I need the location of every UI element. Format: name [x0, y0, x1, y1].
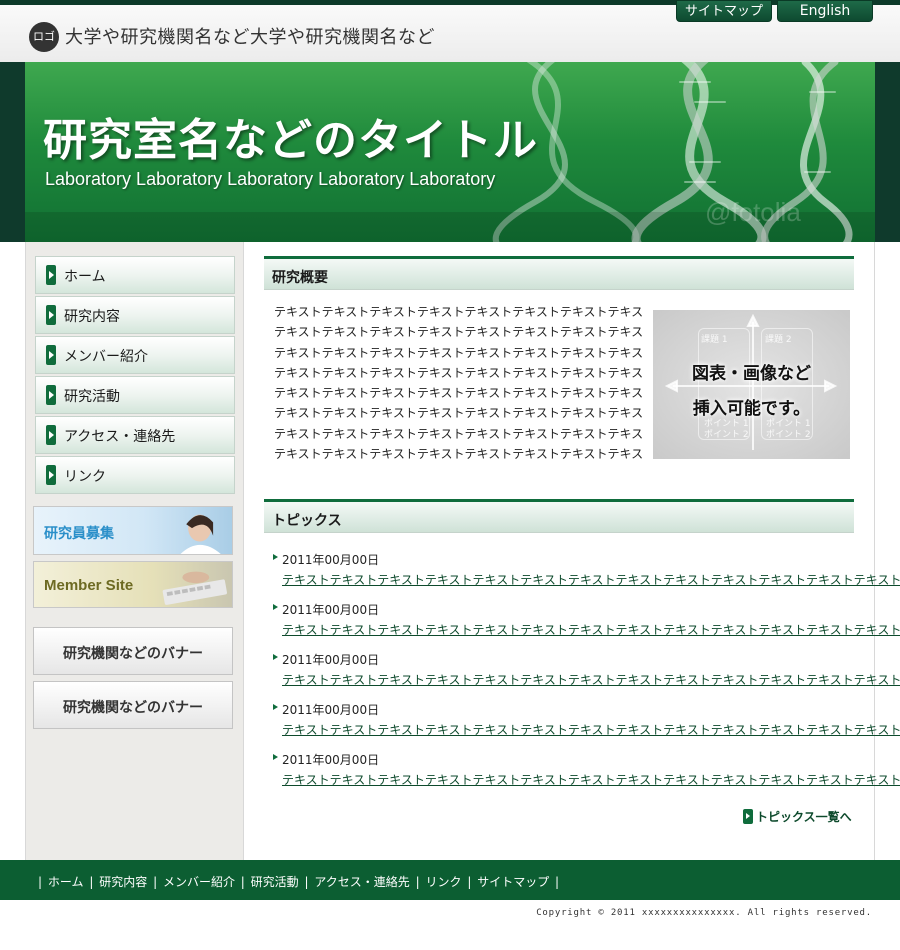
figure-point-2: ポイント 2 — [766, 430, 811, 440]
person-photo-icon — [180, 514, 221, 554]
sidebar-item-label: ホーム — [64, 269, 106, 285]
placeholder-figure: 課題 1 課題 2 ポイント 1 ポイント 2 ポイント 1 ポイント 2 図表… — [653, 310, 850, 459]
hero-banner: 研究室名などのタイトル Laboratory Laboratory Labora… — [25, 62, 875, 242]
institution-banner-label: 研究機関などのバナー — [63, 700, 203, 716]
topics-list-link[interactable]: トピックス一覧へ — [743, 808, 852, 825]
institution-banner-1[interactable]: 研究機関などのバナー — [33, 627, 233, 675]
lab-subtitle: Laboratory Laboratory Laboratory Laborat… — [45, 169, 496, 189]
arrow-right-icon — [46, 345, 56, 365]
footer-separator: | — [240, 875, 245, 889]
topic-item: 2011年00月00日 テキストテキストテキストテキストテキストテキストテキスト… — [272, 751, 900, 788]
sidebar-item-access[interactable]: アクセス・連絡先 — [35, 416, 235, 454]
topics-list-link-label: トピックス一覧へ — [756, 810, 852, 824]
sidebar-item-label: アクセス・連絡先 — [64, 429, 176, 445]
english-button[interactable]: English — [777, 0, 873, 22]
footer-link-activities[interactable]: 研究活動 — [251, 875, 299, 889]
text-line: テキストテキストテキストテキストテキストテキストテキストテキスト — [274, 305, 644, 319]
sitemap-button[interactable]: サイトマップ — [676, 0, 772, 22]
footer-link-research[interactable]: 研究内容 — [99, 875, 147, 889]
figure-point-2: ポイント 2 — [704, 430, 749, 440]
footer-link-access[interactable]: アクセス・連絡先 — [314, 875, 409, 889]
topic-item: 2011年00月00日 テキストテキストテキストテキストテキストテキストテキスト… — [272, 601, 900, 638]
topic-item: 2011年00月00日 テキストテキストテキストテキストテキストテキストテキスト… — [272, 651, 900, 688]
arrow-right-icon — [46, 265, 56, 285]
organization-name: 大学や研究機関名など大学や研究機関名など — [65, 27, 435, 48]
sidebar-item-activities[interactable]: 研究活動 — [35, 376, 235, 414]
text-line: テキストテキストテキストテキストテキストテキストテキストテキスト — [274, 386, 644, 401]
sidebar-item-members[interactable]: メンバー紹介 — [35, 336, 235, 374]
lab-title: 研究室名などのタイトル — [43, 115, 538, 166]
text-line: テキストテキストテキストテキストテキストテキストテキストテキスト — [274, 365, 644, 380]
sidebar-item-label: 研究活動 — [64, 389, 120, 405]
arrow-right-icon — [46, 425, 56, 445]
figure-card-2-title: 課題 2 — [765, 335, 792, 345]
keyboard-photo-icon — [162, 571, 227, 605]
site-logo[interactable]: ロゴ — [29, 22, 59, 52]
diagram-arrows-icon — [664, 313, 838, 450]
topic-date: 2011年00月00日 — [272, 601, 852, 618]
hero-watermark: @fotolia — [705, 197, 801, 227]
recruit-banner-label: 研究員募集 — [44, 526, 114, 542]
copyright-notice: Copyright © 2011 xxxxxxxxxxxxxxx. All ri… — [536, 908, 872, 918]
topic-link[interactable]: テキストテキストテキストテキストテキストテキストテキストテキストテキストテキスト… — [282, 671, 900, 688]
topic-item: 2011年00月00日 テキストテキストテキストテキストテキストテキストテキスト… — [272, 701, 900, 738]
overview-body-text: テキストテキストテキストテキストテキストテキストテキストテキスト テキストテキス… — [274, 302, 644, 464]
member-site-banner[interactable]: Member Site — [33, 561, 233, 608]
sidebar-item-home[interactable]: ホーム — [35, 256, 235, 294]
topic-link[interactable]: テキストテキストテキストテキストテキストテキストテキストテキストテキストテキスト… — [282, 621, 900, 638]
topic-date: 2011年00月00日 — [272, 751, 852, 768]
figure-card-1-title: 課題 1 — [701, 335, 728, 345]
topic-item: 2011年00月00日 テキストテキストテキストテキストテキストテキストテキスト… — [272, 551, 900, 588]
recruit-banner[interactable]: 研究員募集 — [33, 506, 233, 555]
figure-caption-line-2: 挿入可能です。 — [692, 399, 811, 419]
site-footer: | ホーム | 研究内容 | メンバー紹介 | 研究活動 | アクセス・連絡先 … — [0, 860, 900, 900]
institution-banner-2[interactable]: 研究機関などのバナー — [33, 681, 233, 729]
footer-separator: | — [467, 875, 472, 889]
topic-link[interactable]: テキストテキストテキストテキストテキストテキストテキストテキストテキストテキスト… — [282, 571, 900, 588]
sidebar-item-label: 研究内容 — [64, 309, 120, 325]
member-site-banner-label: Member Site — [44, 577, 134, 594]
arrow-right-icon — [46, 385, 56, 405]
text-line: テキストテキストテキストテキストテキストテキストテキストテキスト — [274, 345, 644, 360]
sidebar-item-label: リンク — [64, 469, 106, 485]
text-line: テキストテキストテキストテキストテキストテキストテキストテキスト — [274, 325, 644, 340]
arrow-right-icon — [46, 305, 56, 325]
section-title: 研究概要 — [272, 270, 328, 286]
footer-link-home[interactable]: ホーム — [48, 875, 84, 889]
sidebar-item-links[interactable]: リンク — [35, 456, 235, 494]
arrow-right-icon — [46, 465, 56, 485]
footer-separator: | — [415, 875, 420, 889]
figure-caption-line-1: 図表・画像など — [692, 364, 811, 384]
footer-separator: | — [38, 875, 43, 889]
text-line: テキストテキストテキストテキストテキストテキストテキストテキスト — [274, 406, 644, 421]
topic-date: 2011年00月00日 — [272, 551, 852, 568]
topic-link[interactable]: テキストテキストテキストテキストテキストテキストテキストテキストテキストテキスト… — [282, 721, 900, 738]
topic-date: 2011年00月00日 — [272, 701, 852, 718]
sidebar-item-label: メンバー紹介 — [64, 349, 148, 365]
institution-banner-label: 研究機関などのバナー — [63, 646, 203, 662]
text-line: テキストテキストテキストテキストテキストテキストテキストテキスト — [274, 426, 644, 441]
footer-separator: | — [304, 875, 309, 889]
section-title: トピックス — [272, 513, 342, 529]
footer-link-members[interactable]: メンバー紹介 — [163, 875, 235, 889]
topic-link[interactable]: テキストテキストテキストテキストテキストテキストテキストテキストテキストテキスト… — [282, 771, 900, 788]
footer-separator: | — [89, 875, 94, 889]
arrow-right-icon — [743, 809, 753, 824]
footer-link-links[interactable]: リンク — [425, 875, 461, 889]
sidebar-item-research[interactable]: 研究内容 — [35, 296, 235, 334]
footer-separator: | — [555, 875, 560, 889]
overview-section-header: 研究概要 — [264, 256, 854, 290]
footer-separator: | — [153, 875, 158, 889]
topic-date: 2011年00月00日 — [272, 651, 852, 668]
footer-nav: | ホーム | 研究内容 | メンバー紹介 | 研究活動 | アクセス・連絡先 … — [36, 873, 561, 890]
text-line: テキストテキストテキストテキストテキストテキストテキストテキスト — [274, 447, 644, 462]
footer-link-sitemap[interactable]: サイトマップ — [477, 875, 549, 889]
topics-section-header: トピックス — [264, 499, 854, 533]
